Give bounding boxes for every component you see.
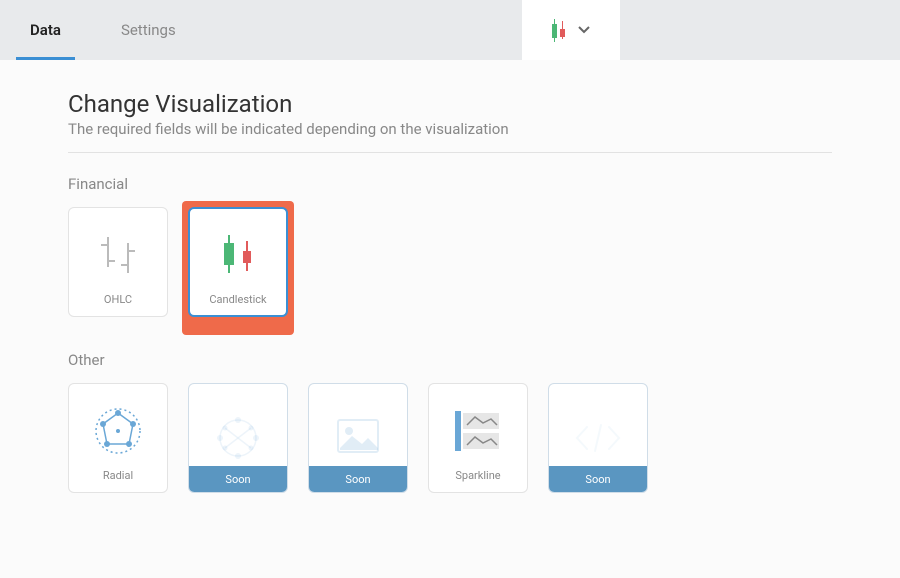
divider: [68, 152, 832, 153]
viz-card-sparkline[interactable]: Sparkline: [428, 383, 528, 493]
section-label-financial: Financial: [68, 175, 832, 193]
other-cards-row: Radial: [68, 383, 832, 493]
tab-settings[interactable]: Settings: [91, 0, 206, 60]
card-label: Soon: [189, 466, 287, 492]
image-icon: [309, 402, 407, 474]
financial-cards-row: OHLC Candlestick: [68, 207, 832, 317]
change-visualization-panel: Change Visualization The required fields…: [0, 60, 900, 578]
viz-card-ohlc[interactable]: OHLC: [68, 207, 168, 317]
radial-icon: [69, 395, 167, 467]
tab-data-label: Data: [30, 21, 61, 39]
viz-card-candlestick[interactable]: Candlestick: [188, 207, 288, 317]
section-label-other: Other: [68, 351, 832, 369]
chevron-down-icon: [577, 21, 591, 40]
viz-card-code-soon[interactable]: Soon: [548, 383, 648, 493]
card-label: OHLC: [104, 293, 132, 306]
tabs-bar: Data Settings: [0, 0, 900, 60]
sparkline-icon: [429, 395, 527, 467]
tab-data[interactable]: Data: [0, 0, 91, 60]
viz-card-image-soon[interactable]: Soon: [308, 383, 408, 493]
code-icon: [549, 402, 647, 474]
viz-card-network-soon[interactable]: Soon: [188, 383, 288, 493]
network-icon: [189, 402, 287, 474]
tab-settings-label: Settings: [121, 21, 176, 39]
highlight-box: Candlestick: [182, 201, 294, 335]
card-label: Sparkline: [455, 469, 500, 482]
page-title: Change Visualization: [68, 90, 832, 118]
candlestick-icon: [190, 219, 286, 291]
card-label: Soon: [549, 466, 647, 492]
card-label: Radial: [103, 469, 133, 482]
ohlc-icon: [69, 219, 167, 291]
card-label: Soon: [309, 466, 407, 492]
viz-card-radial[interactable]: Radial: [68, 383, 168, 493]
candlestick-icon: [552, 19, 565, 42]
card-label: Candlestick: [209, 293, 266, 306]
visualization-selector-dropdown[interactable]: [522, 0, 620, 60]
page-subtitle: The required fields will be indicated de…: [68, 120, 832, 138]
